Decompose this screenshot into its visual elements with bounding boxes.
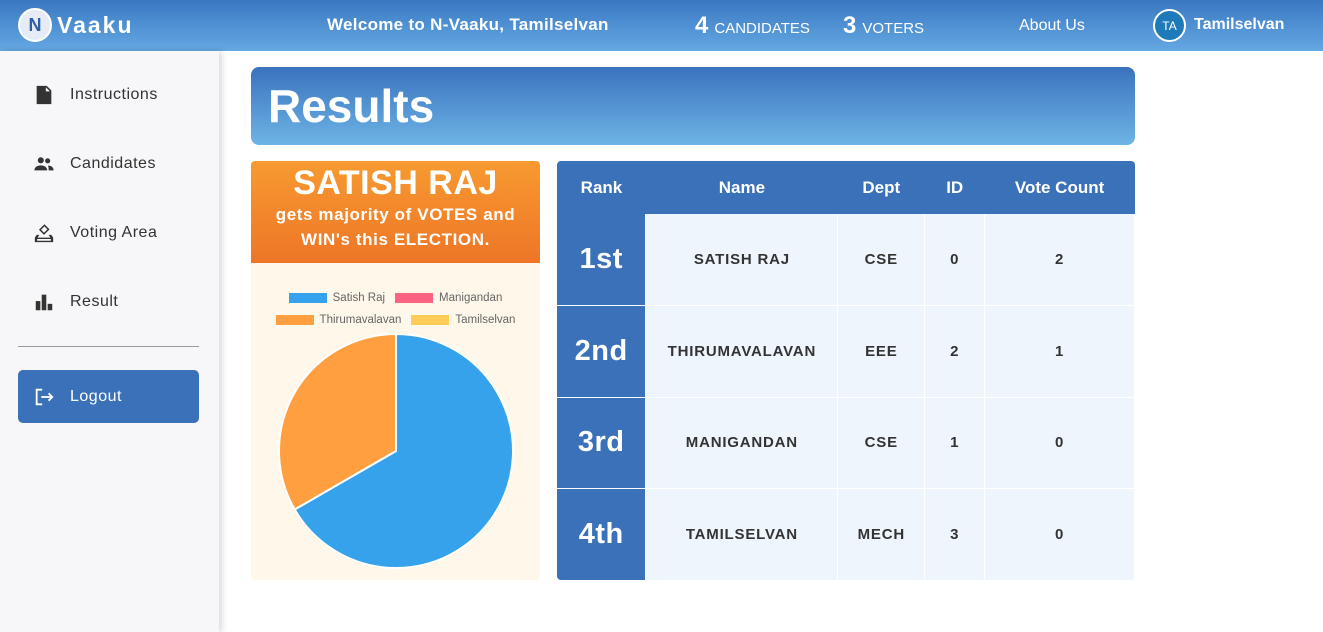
chart-legend: Satish Raj Manigandan Thirumavalavan Tam… (251, 287, 540, 331)
sidebar-item-result[interactable]: Result (18, 277, 199, 327)
name-cell: TAMILSELVAN (645, 488, 839, 580)
legend-label: Thirumavalavan (319, 314, 402, 326)
candidates-count: 4 (695, 12, 709, 39)
id-cell: 2 (924, 305, 986, 398)
sidebar: Instructions Candidates Voting Area Resu… (0, 51, 219, 632)
people-icon (18, 153, 70, 175)
sidebar-item-label: Voting Area (70, 224, 158, 241)
legend-swatch (395, 293, 434, 303)
table-row: 3rd MANIGANDAN CSE 1 0 (557, 397, 1135, 489)
table-row: 4th TAMILSELVAN MECH 3 0 (557, 488, 1135, 580)
header-id: ID (924, 161, 985, 214)
header-rank: Rank (557, 161, 646, 214)
votes-cell: 1 (984, 305, 1135, 398)
top-navbar: N Vaaku Welcome to N-Vaaku, Tamilselvan … (0, 0, 1323, 51)
header-name: Name (645, 161, 838, 214)
candidates-stat: 4 CANDIDATES (695, 12, 810, 40)
sidebar-item-instructions[interactable]: Instructions (18, 70, 199, 120)
legend-item[interactable]: Satish Raj (288, 292, 386, 304)
name-cell: MANIGANDAN (645, 397, 839, 489)
dept-cell: MECH (837, 488, 926, 580)
rank-cell: 1st (557, 214, 647, 306)
sidebar-item-voting-area[interactable]: Voting Area (18, 208, 199, 258)
header-vote-count: Vote Count (984, 161, 1135, 214)
pie-chart[interactable] (276, 331, 516, 571)
logo-letter: N (28, 14, 42, 35)
rank-cell: 4th (557, 488, 647, 580)
dept-cell: CSE (837, 397, 926, 489)
page-title: Results (268, 80, 435, 132)
sidebar-item-label: Result (70, 293, 119, 310)
dept-cell: CSE (837, 214, 926, 306)
legend-swatch (288, 293, 327, 303)
candidates-label: CANDIDATES (714, 20, 810, 37)
avatar[interactable]: TA (1153, 9, 1186, 42)
legend-item[interactable]: Tamilselvan (411, 314, 515, 326)
winner-message-line1: gets majority of VOTES and (275, 205, 516, 224)
rank-cell: 2nd (557, 305, 647, 398)
username[interactable]: Tamilselvan (1194, 16, 1284, 34)
legend-item[interactable]: Manigandan (395, 292, 502, 304)
voters-stat: 3 VOTERS (843, 12, 924, 40)
legend-item[interactable]: Thirumavalavan (275, 314, 402, 326)
table-header-row: Rank Name Dept ID Vote Count (557, 161, 1135, 214)
legend-label: Tamilselvan (455, 314, 516, 326)
legend-swatch (411, 315, 450, 325)
welcome-message: Welcome to N-Vaaku, Tamilselvan (327, 15, 609, 34)
bar-chart-icon (18, 291, 70, 313)
votes-cell: 2 (984, 214, 1135, 306)
table-row: 1st SATISH RAJ CSE 0 2 (557, 214, 1135, 306)
legend-swatch (275, 315, 314, 325)
logout-label: Logout (70, 387, 122, 405)
results-table: Rank Name Dept ID Vote Count 1st SATISH … (557, 161, 1135, 580)
logo-badge[interactable]: N (18, 8, 52, 42)
winner-name: SATISH RAJ (293, 164, 498, 202)
voters-count: 3 (843, 12, 857, 39)
voters-label: VOTERS (862, 20, 925, 37)
name-cell: SATISH RAJ (645, 214, 839, 306)
about-us-link[interactable]: About Us (1019, 17, 1085, 35)
winner-banner: SATISH RAJ gets majority of VOTES and WI… (251, 161, 540, 263)
sidebar-item-label: Candidates (70, 155, 156, 172)
ballot-icon (18, 222, 70, 244)
sidebar-divider (18, 346, 199, 347)
votes-cell: 0 (984, 397, 1135, 489)
name-cell: THIRUMAVALAVAN (645, 305, 839, 398)
legend-label: Manigandan (439, 292, 503, 304)
id-cell: 1 (924, 397, 986, 489)
header-dept: Dept (837, 161, 925, 214)
id-cell: 3 (924, 488, 986, 580)
id-cell: 0 (924, 214, 986, 306)
app-name[interactable]: Vaaku (57, 12, 134, 39)
pie-chart-svg (278, 332, 514, 569)
rank-cell: 3rd (557, 397, 647, 489)
votes-cell: 0 (984, 488, 1135, 580)
winner-card: SATISH RAJ gets majority of VOTES and WI… (251, 161, 540, 580)
sidebar-item-label: Instructions (70, 86, 158, 103)
dept-cell: EEE (837, 305, 926, 398)
legend-label: Satish Raj (332, 292, 386, 304)
logout-icon (18, 386, 70, 408)
sidebar-item-candidates[interactable]: Candidates (18, 139, 199, 189)
winner-message-line2: WIN's this ELECTION. (301, 230, 490, 249)
document-icon (18, 84, 70, 106)
results-header: Results (251, 67, 1135, 145)
logout-button[interactable]: Logout (18, 370, 199, 423)
table-row: 2nd THIRUMAVALAVAN EEE 2 1 (557, 305, 1135, 398)
